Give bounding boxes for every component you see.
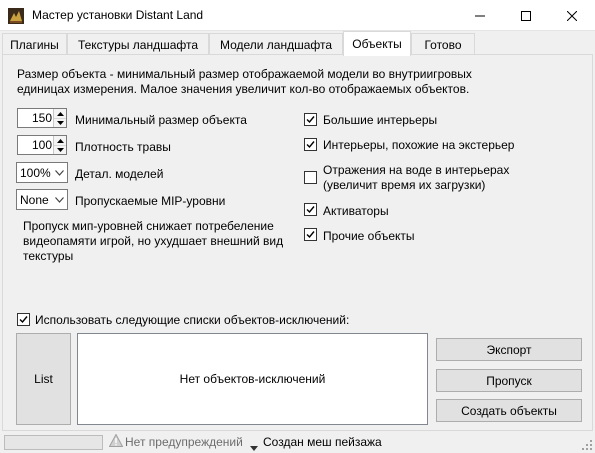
title-bar: Мастер установки Distant Land (0, 0, 595, 31)
detail-label: Детал. моделей (75, 167, 164, 181)
spin-down-icon[interactable] (54, 118, 66, 127)
minimize-button[interactable] (457, 0, 503, 31)
list-button[interactable]: List (16, 333, 71, 425)
close-button[interactable] (549, 0, 595, 31)
progress-bar (4, 435, 103, 450)
chevron-down-icon (55, 170, 64, 176)
status-message: Создан меш пейзажа (263, 435, 382, 449)
detail-value: 100% (20, 166, 51, 180)
tab-strip: Плагины Текстуры ландшафта Модели ландша… (0, 31, 595, 56)
exclusions-empty-text: Нет объектов-исключений (179, 372, 326, 386)
checkmark-icon (306, 231, 315, 239)
mip-note-line-3: текстуры (23, 249, 74, 263)
description-line-2: единицах измерения. Малое значения увели… (17, 82, 470, 96)
minimize-icon (475, 15, 485, 16)
min-size-label: Минимальный размер объекта (75, 113, 247, 127)
grass-density-label: Плотность травы (75, 140, 171, 154)
interior-reflections-label: Отражения на воде в интерьерах (323, 163, 510, 177)
app-icon (8, 8, 24, 24)
chevron-down-icon (55, 197, 64, 203)
exterior-like-interiors-checkbox[interactable] (304, 138, 317, 151)
create-objects-button[interactable]: Создать объекты (436, 399, 582, 422)
close-icon (567, 10, 577, 21)
mip-value: None (20, 193, 49, 207)
grass-density-spinner[interactable]: 100 (17, 135, 67, 155)
large-interiors-label: Большие интерьеры (323, 113, 438, 127)
triangle-down-icon (250, 440, 258, 453)
interior-reflections-checkbox[interactable] (304, 171, 317, 184)
misc-objects-checkbox[interactable] (304, 228, 317, 241)
activators-checkbox[interactable] (304, 203, 317, 216)
checkmark-icon (306, 116, 315, 124)
checkmark-icon (306, 141, 315, 149)
maximize-icon (521, 10, 531, 21)
mip-note-line-2: видеопамяти игрой, но ухудшает внешний в… (23, 234, 284, 248)
tab-plugins[interactable]: Плагины (2, 33, 67, 55)
spin-up-icon[interactable] (54, 136, 66, 145)
tab-land-textures[interactable]: Текстуры ландшафта (67, 33, 209, 55)
skip-button[interactable]: Пропуск (436, 369, 582, 392)
tab-land-models[interactable]: Модели ландшафта (209, 33, 343, 55)
window-title: Мастер установки Distant Land (32, 8, 204, 22)
activators-label: Активаторы (323, 204, 389, 218)
status-bar: Нет предупреждений Создан меш пейзажа (0, 431, 595, 453)
spin-down-icon[interactable] (54, 145, 66, 154)
use-exclusions-label: Использовать следующие списки объектов-и… (35, 313, 350, 327)
warnings-text: Нет предупреждений (125, 435, 243, 449)
min-size-spinner[interactable]: 150 (17, 108, 67, 128)
interior-reflections-note: (увеличит время их загрузки) (323, 178, 486, 192)
grass-density-value: 100 (31, 138, 52, 152)
checkmark-icon (306, 206, 315, 214)
large-interiors-checkbox[interactable] (304, 113, 317, 126)
misc-objects-label: Прочие объекты (323, 229, 415, 243)
warning-icon (108, 433, 124, 450)
mip-dropdown[interactable]: None (16, 189, 68, 210)
tab-finish[interactable]: Готово (411, 33, 475, 55)
spin-up-icon[interactable] (54, 109, 66, 118)
mip-note-line-1: Пропуск мип-уровней снижает потребеление (23, 219, 274, 233)
maximize-button[interactable] (503, 0, 549, 31)
tab-objects[interactable]: Объекты (343, 31, 411, 56)
exclusions-listbox[interactable]: Нет объектов-исключений (77, 333, 428, 425)
exterior-like-interiors-label: Интерьеры, похожие на экстерьер (323, 138, 515, 152)
export-button[interactable]: Экспорт (436, 338, 582, 361)
detail-dropdown[interactable]: 100% (16, 162, 68, 183)
mip-label: Пропускаемые MIP-уровни (75, 194, 226, 208)
checkmark-icon (19, 316, 28, 324)
description-line-1: Размер объекта - минимальный размер отоб… (17, 67, 472, 81)
resize-grip-icon[interactable] (582, 440, 593, 451)
use-exclusions-checkbox[interactable] (17, 313, 30, 326)
min-size-value: 150 (31, 111, 52, 125)
